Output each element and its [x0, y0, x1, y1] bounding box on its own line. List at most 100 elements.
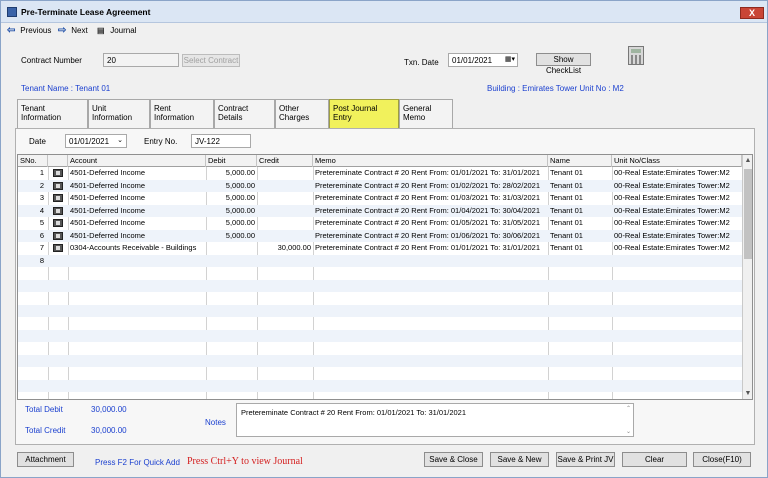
cell-sno[interactable] — [18, 305, 46, 318]
grid-vertical-scrollbar[interactable]: ▲ ▼ — [742, 155, 752, 399]
cell-unit-class[interactable] — [612, 367, 742, 380]
cell-debit[interactable] — [206, 367, 257, 380]
cell-name[interactable] — [548, 355, 612, 368]
cell-debit[interactable] — [206, 255, 257, 268]
cell-debit[interactable]: 5,000.00 — [206, 192, 257, 205]
entry-no-field[interactable]: JV-122 — [191, 134, 251, 148]
row-detail-icon[interactable] — [53, 194, 63, 202]
journal-button[interactable]: ▤ Journal — [97, 25, 136, 37]
cell-debit[interactable]: 5,000.00 — [206, 205, 257, 218]
cell-debit[interactable] — [206, 242, 257, 255]
cell-unit-class[interactable] — [612, 292, 742, 305]
cell-debit[interactable] — [206, 292, 257, 305]
cell-name[interactable] — [548, 280, 612, 293]
header-memo[interactable]: Memo — [313, 155, 548, 167]
cell-name[interactable]: Tenant 01 — [548, 217, 612, 230]
cell-credit[interactable]: 30,000.00 — [257, 242, 313, 255]
row-detail-icon[interactable] — [53, 169, 63, 177]
cell-icon[interactable] — [48, 205, 68, 218]
cell-icon[interactable] — [48, 167, 68, 180]
cell-icon[interactable] — [48, 305, 68, 318]
cell-credit[interactable] — [257, 230, 313, 243]
cell-sno[interactable] — [18, 355, 46, 368]
calendar-dropdown-icon[interactable]: ▦▾ — [505, 56, 515, 64]
cell-memo[interactable] — [313, 305, 548, 318]
next-button[interactable]: ⇨ Next — [58, 25, 88, 37]
cell-icon[interactable] — [48, 317, 68, 330]
tab-rent-information[interactable]: Rent Information — [150, 99, 214, 128]
cell-memo[interactable] — [313, 255, 548, 268]
table-row[interactable] — [18, 354, 742, 368]
cell-account[interactable] — [68, 305, 206, 318]
cell-icon[interactable] — [48, 267, 68, 280]
notes-textarea[interactable]: Pretereminate Contract # 20 Rent From: 0… — [236, 403, 634, 437]
cell-memo[interactable]: Pretereminate Contract # 20 Rent From: 0… — [313, 217, 548, 230]
cell-name[interactable] — [548, 292, 612, 305]
cell-icon[interactable] — [48, 230, 68, 243]
cell-memo[interactable] — [313, 330, 548, 343]
close-window-button[interactable]: X — [740, 7, 764, 19]
cell-name[interactable]: Tenant 01 — [548, 192, 612, 205]
cell-account[interactable]: 4501-Deferred Income — [68, 167, 206, 180]
cell-icon[interactable] — [48, 217, 68, 230]
cell-credit[interactable] — [257, 317, 313, 330]
cell-credit[interactable] — [257, 380, 313, 393]
table-row[interactable]: 7 0304-Accounts Receivable - Buildings 30,… — [18, 242, 742, 255]
cell-account[interactable]: 0304-Accounts Receivable - Buildings — [68, 242, 206, 255]
table-row[interactable]: 1 4501-Deferred Income 5,000.00 Preteremina… — [18, 167, 742, 180]
previous-button[interactable]: ⇦ Previous — [7, 25, 51, 37]
cell-name[interactable]: Tenant 01 — [548, 205, 612, 218]
cell-unit-class[interactable] — [612, 280, 742, 293]
table-row[interactable] — [18, 317, 742, 330]
cell-unit-class[interactable]: 00-Real Estate:Emirates Tower:M2 — [612, 230, 742, 243]
entry-date-field[interactable]: 01/01/2021 ⌄ — [65, 134, 127, 148]
cell-name[interactable]: Tenant 01 — [548, 242, 612, 255]
cell-account[interactable] — [68, 292, 206, 305]
scroll-up-icon[interactable]: ▲ — [743, 155, 752, 167]
header-icon-col[interactable] — [48, 155, 68, 167]
table-row[interactable] — [18, 342, 742, 355]
save-new-button[interactable]: Save & New — [490, 452, 549, 467]
cell-name[interactable] — [548, 367, 612, 380]
cell-memo[interactable] — [313, 280, 548, 293]
cell-unit-class[interactable] — [612, 255, 742, 268]
table-row[interactable]: 6 4501-Deferred Income 5,000.00 Preteremina… — [18, 229, 742, 243]
table-row[interactable]: 8 — [18, 254, 742, 268]
cell-memo[interactable] — [313, 342, 548, 355]
cell-memo[interactable]: Pretereminate Contract # 20 Rent From: 0… — [313, 205, 548, 218]
cell-unit-class[interactable] — [612, 355, 742, 368]
cell-debit[interactable] — [206, 380, 257, 393]
table-row[interactable] — [18, 367, 742, 380]
cell-debit[interactable]: 5,000.00 — [206, 217, 257, 230]
cell-sno[interactable]: 7 — [18, 242, 46, 255]
cell-icon[interactable] — [48, 292, 68, 305]
cell-sno[interactable]: 5 — [18, 217, 46, 230]
cell-account[interactable]: 4501-Deferred Income — [68, 192, 206, 205]
cell-icon[interactable] — [48, 380, 68, 393]
cell-sno[interactable]: 2 — [18, 180, 46, 193]
notes-scroll-down-icon[interactable]: ⌄ — [626, 428, 631, 435]
cell-credit[interactable] — [257, 292, 313, 305]
cell-sno[interactable] — [18, 317, 46, 330]
cell-credit[interactable] — [257, 305, 313, 318]
clear-button[interactable]: Clear — [622, 452, 687, 467]
show-checklist-button[interactable]: Show CheckList — [536, 53, 591, 75]
cell-sno[interactable] — [18, 380, 46, 393]
cell-credit[interactable] — [257, 367, 313, 380]
cell-name[interactable] — [548, 255, 612, 268]
cell-account[interactable]: 4501-Deferred Income — [68, 180, 206, 193]
cell-debit[interactable]: 5,000.00 — [206, 230, 257, 243]
cell-account[interactable]: 4501-Deferred Income — [68, 230, 206, 243]
cell-sno[interactable] — [18, 292, 46, 305]
cell-debit[interactable] — [206, 317, 257, 330]
cell-memo[interactable] — [313, 380, 548, 393]
table-row[interactable] — [18, 379, 742, 393]
cell-debit[interactable] — [206, 330, 257, 343]
header-name[interactable]: Name — [548, 155, 612, 167]
row-detail-icon[interactable] — [53, 219, 63, 227]
notes-scroll-up-icon[interactable]: ⌃ — [626, 405, 631, 412]
chevron-down-icon[interactable]: ⌄ — [117, 137, 123, 145]
table-row[interactable]: 4 4501-Deferred Income 5,000.00 Preteremina… — [18, 204, 742, 218]
txn-date-field[interactable]: 01/01/2021 ▦▾ — [448, 53, 518, 67]
cell-sno[interactable]: 8 — [18, 255, 46, 268]
